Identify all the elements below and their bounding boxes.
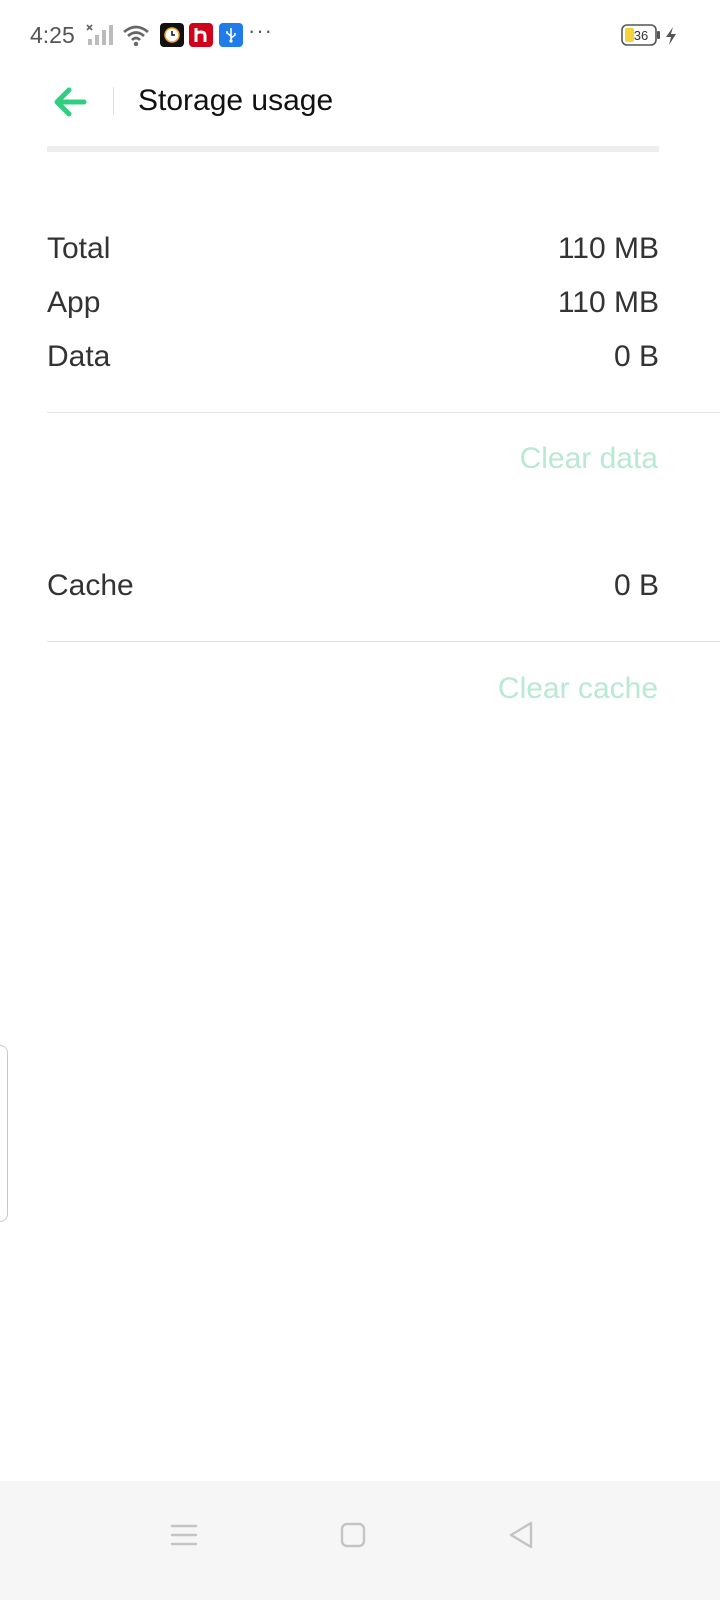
arrow-left-icon [54, 87, 87, 117]
storage-row-value: 110 MB [557, 232, 659, 265]
wifi-icon [122, 23, 150, 52]
battery-level: 36 [634, 28, 648, 43]
clear-data-button[interactable]: Clear data [520, 442, 658, 476]
cache-row: Cache 0 B [47, 569, 659, 609]
status-bar: 4:25 ··· 36 [0, 0, 720, 72]
page-title: Storage usage [138, 84, 334, 117]
storage-row-data: Data 0 B [47, 340, 659, 380]
charging-icon [664, 26, 678, 51]
battery-icon: 36 [621, 24, 661, 51]
app-header: Storage usage [0, 72, 720, 132]
header-bar [47, 146, 659, 152]
header-divider [113, 87, 114, 115]
storage-row-label: Total [47, 232, 111, 265]
storage-row-value: 110 MB [557, 286, 659, 319]
nav-back-button[interactable] [493, 1507, 549, 1563]
status-time: 4:25 [30, 22, 75, 48]
back-button[interactable] [46, 80, 94, 124]
storage-row-app: App 110 MB [47, 286, 659, 326]
home-icon [340, 1522, 366, 1548]
home-button[interactable] [325, 1507, 381, 1563]
clear-cache-button[interactable]: Clear cache [498, 672, 658, 706]
more-icon: ··· [248, 18, 273, 43]
edge-panel-handle[interactable] [0, 1045, 8, 1222]
storage-divider [47, 412, 720, 413]
storage-row-label: App [47, 286, 101, 319]
clock-app-icon [160, 23, 184, 47]
cache-value: 0 B [613, 569, 659, 602]
h-app-icon [189, 23, 213, 47]
storage-row-total: Total 110 MB [47, 232, 659, 272]
storage-row-value: 0 B [613, 340, 659, 373]
navigation-bar [0, 1481, 720, 1600]
menu-icon [170, 1524, 198, 1546]
usb-icon [219, 23, 243, 47]
storage-row-label: Data [47, 340, 111, 373]
cache-divider [47, 641, 720, 642]
back-icon [509, 1521, 533, 1549]
signal-icon [86, 24, 114, 51]
recent-apps-button[interactable] [156, 1507, 212, 1563]
cache-label: Cache [47, 569, 134, 602]
